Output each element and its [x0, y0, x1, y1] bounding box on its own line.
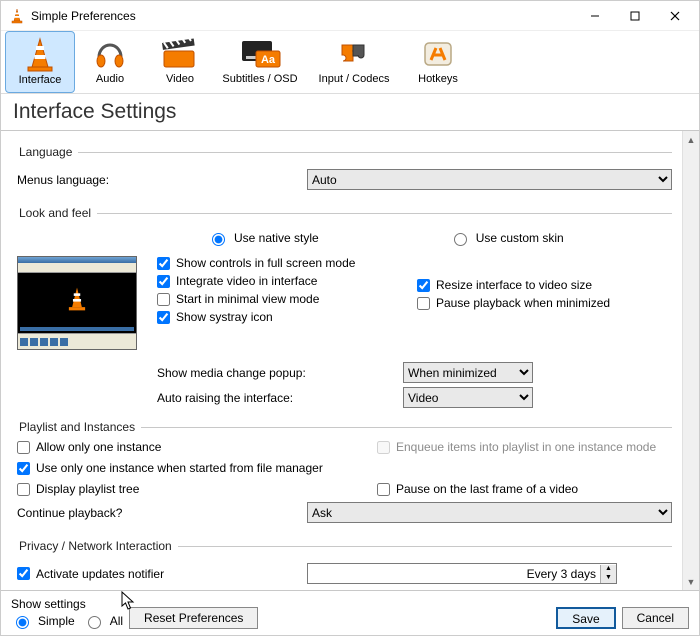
category-tabs: Interface Audio Video Aa Subtitles / OSD…: [1, 31, 699, 94]
continue-playback-label: Continue playback?: [17, 506, 307, 520]
checkbox-fullscreen-controls[interactable]: Show controls in full screen mode: [157, 256, 407, 270]
radio-show-simple[interactable]: Simple: [11, 613, 75, 629]
puzzle-icon: [305, 35, 403, 73]
reset-preferences-button[interactable]: Reset Preferences: [129, 607, 258, 629]
save-button[interactable]: Save: [556, 607, 615, 629]
maximize-button[interactable]: [615, 2, 655, 30]
tab-label: Subtitles / OSD: [215, 73, 305, 85]
tab-input-codecs[interactable]: Input / Codecs: [305, 31, 403, 93]
scroll-down-button[interactable]: ▼: [683, 573, 699, 590]
checkbox-resize-interface[interactable]: Resize interface to video size: [417, 278, 672, 292]
tab-interface[interactable]: Interface: [5, 31, 75, 93]
checkbox-systray-icon[interactable]: Show systray icon: [157, 310, 407, 324]
group-playlist: Playlist and Instances Allow only one in…: [17, 420, 672, 531]
minimize-button[interactable]: [575, 2, 615, 30]
titlebar: Simple Preferences: [1, 1, 699, 31]
group-legend: Playlist and Instances: [17, 420, 141, 434]
checkbox-enqueue-items: Enqueue items into playlist in one insta…: [377, 440, 672, 454]
checkbox-updates-notifier[interactable]: Activate updates notifier: [17, 567, 307, 581]
spin-up[interactable]: ▲: [600, 565, 616, 574]
window-title: Simple Preferences: [31, 9, 575, 23]
checkbox-pause-minimized[interactable]: Pause playback when minimized: [417, 296, 672, 310]
radio-custom-skin[interactable]: Use custom skin: [449, 230, 564, 246]
scrollbar-track[interactable]: [683, 148, 699, 573]
scroll-up-button[interactable]: ▲: [683, 131, 699, 148]
page-title: Interface Settings: [1, 94, 699, 131]
tab-label: Audio: [75, 73, 145, 85]
tab-label: Input / Codecs: [305, 73, 403, 85]
checkbox-pause-last-frame[interactable]: Pause on the last frame of a video: [377, 482, 672, 496]
tab-video[interactable]: Video: [145, 31, 215, 93]
tab-subtitles[interactable]: Aa Subtitles / OSD: [215, 31, 305, 93]
headphones-icon: [75, 35, 145, 73]
cancel-button[interactable]: Cancel: [622, 607, 689, 629]
auto-raise-select[interactable]: Video: [403, 387, 533, 408]
bottom-bar: Show settings Simple All Reset Preferenc…: [1, 590, 699, 635]
show-settings-label: Show settings: [11, 597, 123, 611]
radio-show-all[interactable]: All: [83, 613, 123, 629]
vertical-scrollbar[interactable]: ▲ ▼: [682, 131, 699, 590]
radio-native-style[interactable]: Use native style: [207, 230, 319, 246]
content-area: Language Menus language: Auto Look and f…: [1, 131, 682, 590]
close-button[interactable]: [655, 2, 695, 30]
group-privacy: Privacy / Network Interaction Activate u…: [17, 539, 672, 590]
spin-down[interactable]: ▼: [600, 574, 616, 583]
group-look-feel: Look and feel Use native style Use custo…: [17, 206, 672, 412]
subtitles-icon: Aa: [215, 35, 305, 73]
preferences-window: Simple Preferences Interface Audio Video: [0, 0, 700, 636]
auto-raise-label: Auto raising the interface:: [157, 391, 397, 405]
clapperboard-icon: [145, 35, 215, 73]
tab-label: Hotkeys: [403, 73, 473, 85]
tab-label: Video: [145, 73, 215, 85]
group-legend: Language: [17, 145, 78, 159]
checkbox-minimal-view[interactable]: Start in minimal view mode: [157, 292, 407, 306]
continue-playback-select[interactable]: Ask: [307, 502, 672, 523]
updates-interval-spinbox[interactable]: ▲▼: [307, 563, 617, 584]
updates-interval-input[interactable]: [308, 567, 600, 581]
cone-icon: [6, 36, 74, 74]
checkbox-playlist-tree[interactable]: Display playlist tree: [17, 482, 357, 496]
tab-audio[interactable]: Audio: [75, 31, 145, 93]
tab-label: Interface: [6, 74, 74, 86]
skin-preview-thumbnail: [17, 256, 137, 350]
menus-language-label: Menus language:: [17, 173, 307, 187]
group-legend: Look and feel: [17, 206, 97, 220]
hotkeys-icon: [403, 35, 473, 73]
menus-language-select[interactable]: Auto: [307, 169, 672, 190]
group-language: Language Menus language: Auto: [17, 145, 672, 198]
checkbox-one-instance[interactable]: Allow only one instance: [17, 440, 357, 454]
checkbox-one-instance-filemgr[interactable]: Use only one instance when started from …: [17, 461, 357, 475]
checkbox-integrate-video[interactable]: Integrate video in interface: [157, 274, 407, 288]
media-change-popup-select[interactable]: When minimized: [403, 362, 533, 383]
tab-hotkeys[interactable]: Hotkeys: [403, 31, 473, 93]
media-change-popup-label: Show media change popup:: [157, 366, 397, 380]
vlc-cone-icon: [9, 8, 25, 24]
svg-text:Aa: Aa: [261, 54, 276, 66]
group-legend: Privacy / Network Interaction: [17, 539, 178, 553]
